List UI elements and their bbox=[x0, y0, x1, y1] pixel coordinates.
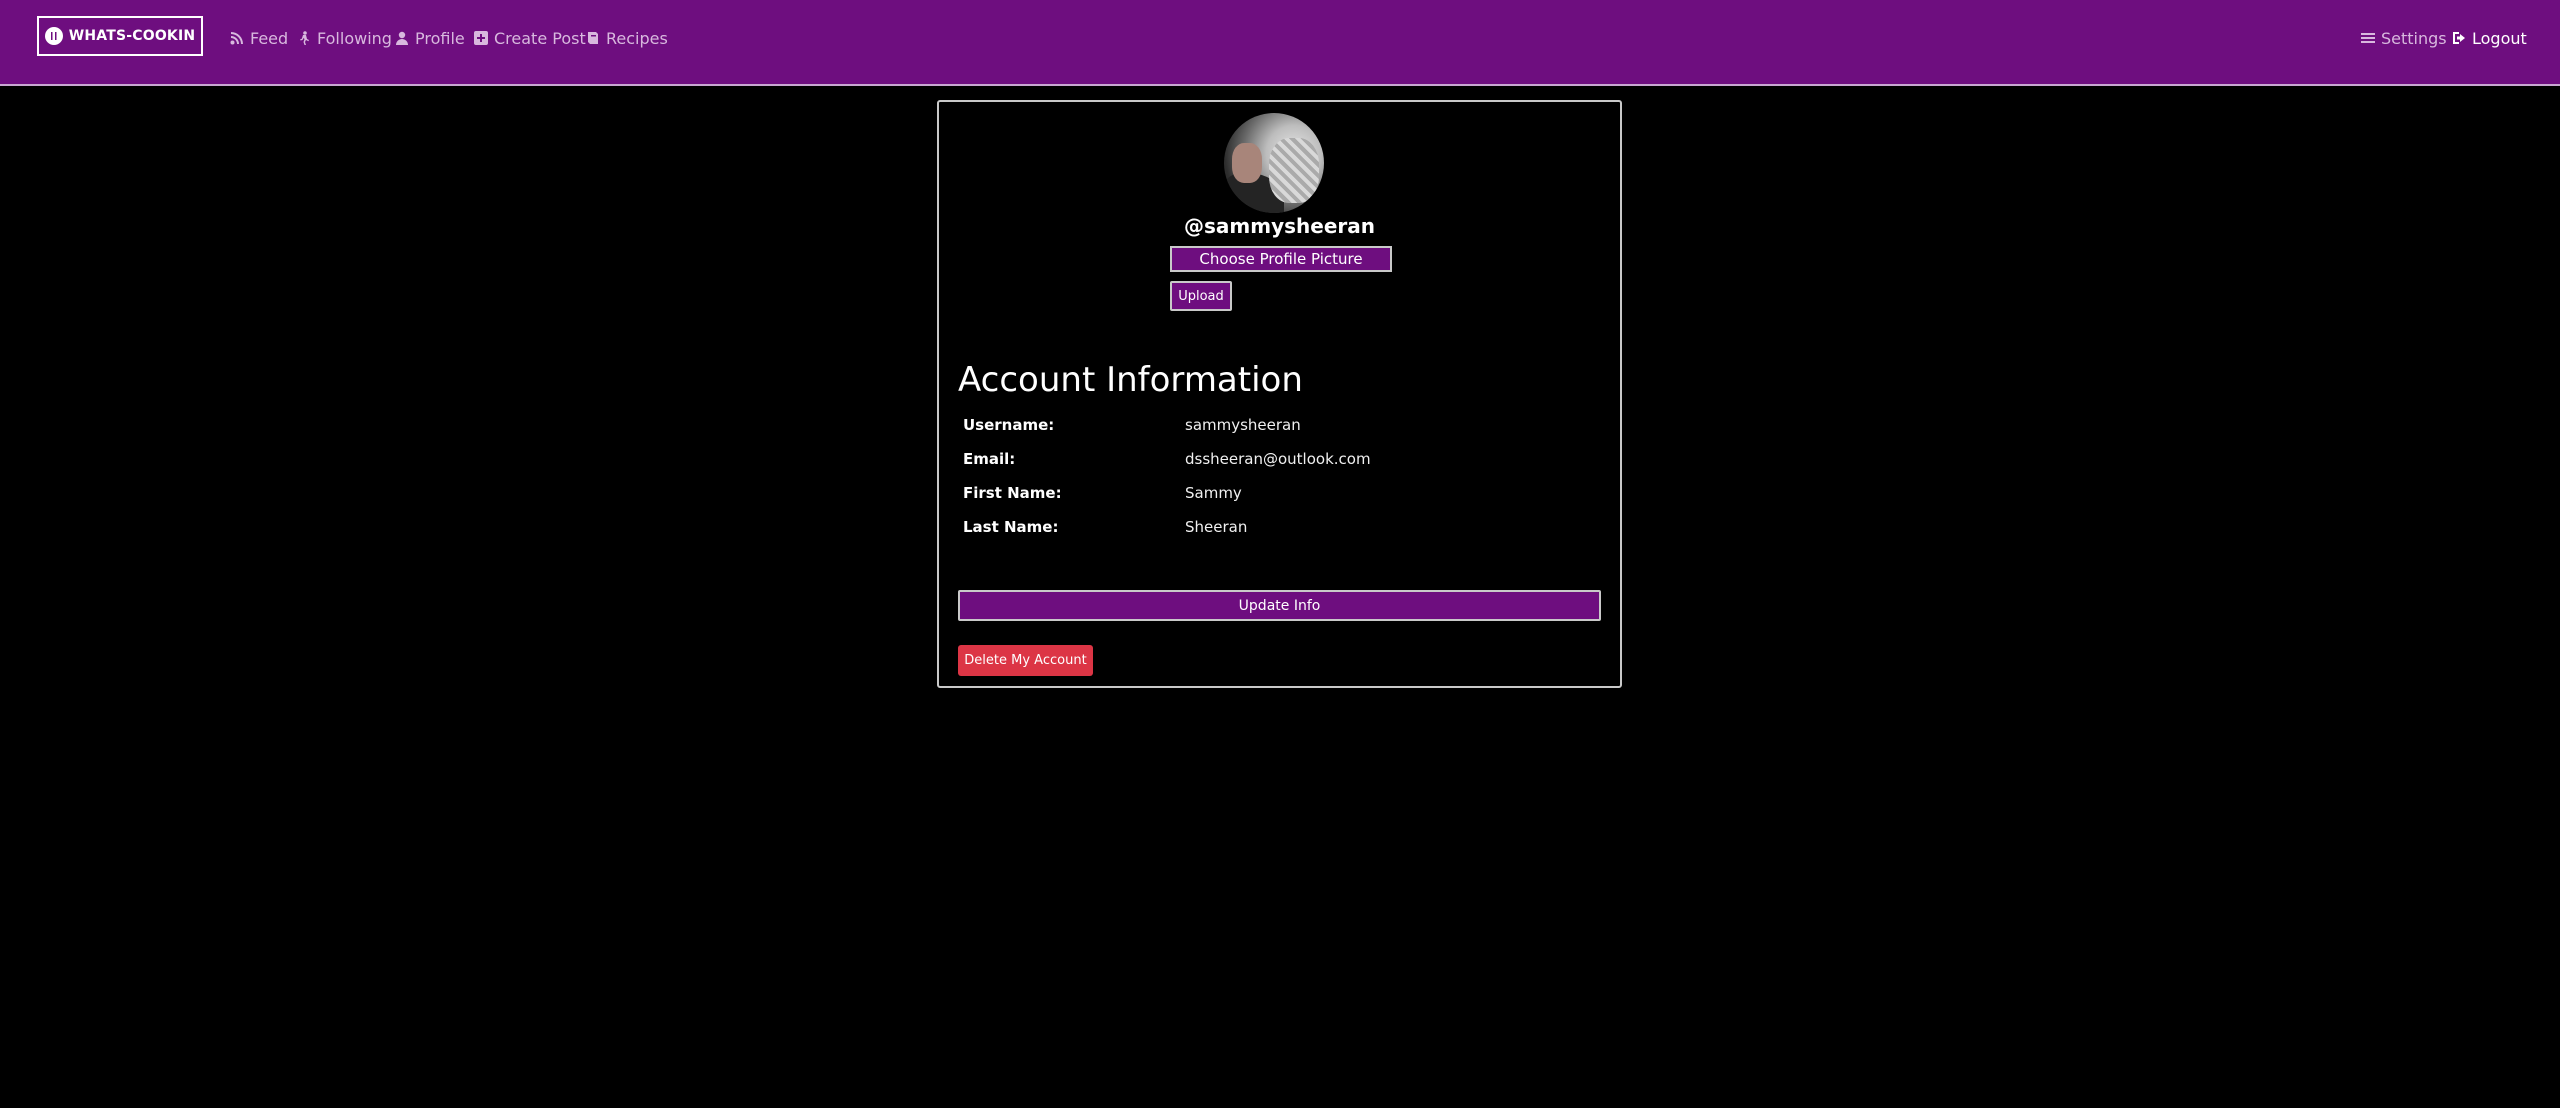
choose-profile-picture-button[interactable]: Choose Profile Picture bbox=[1170, 246, 1392, 272]
walking-icon bbox=[300, 31, 309, 45]
avatar bbox=[1224, 113, 1324, 213]
utensils-icon bbox=[44, 27, 63, 45]
email-value: dssheeran@outlook.com bbox=[1185, 450, 1371, 468]
email-label: Email: bbox=[963, 450, 1016, 468]
brand-name: WHATS-COOKIN bbox=[68, 28, 196, 44]
profile-handle: @sammysheeran bbox=[1184, 214, 1375, 238]
last-name-value: Sheeran bbox=[1185, 518, 1248, 536]
nav-following[interactable]: Following bbox=[297, 28, 392, 48]
nav-settings[interactable]: Settings bbox=[2361, 28, 2447, 48]
nav-recipes[interactable]: Recipes bbox=[586, 28, 668, 48]
nav-following-label: Following bbox=[317, 28, 392, 48]
bars-icon bbox=[2361, 33, 2375, 43]
sign-out-icon bbox=[2453, 32, 2465, 44]
nav-settings-label: Settings bbox=[2381, 28, 2447, 48]
delete-account-button[interactable]: Delete My Account bbox=[958, 645, 1093, 676]
nav-profile[interactable]: Profile bbox=[395, 28, 465, 48]
nav-profile-label: Profile bbox=[415, 28, 465, 48]
first-name-label: First Name: bbox=[963, 484, 1062, 502]
account-info-table: Username: sammysheeran Email: dssheeran@… bbox=[963, 408, 1583, 544]
info-row-email: Email: dssheeran@outlook.com bbox=[963, 442, 1583, 476]
top-navbar: WHATS-COOKIN Feed Following Profile Crea… bbox=[0, 0, 2560, 86]
plus-square-icon bbox=[474, 31, 488, 45]
user-icon bbox=[396, 31, 408, 45]
book-icon bbox=[588, 32, 598, 44]
brand-logo[interactable]: WHATS-COOKIN bbox=[37, 16, 203, 56]
username-value: sammysheeran bbox=[1185, 416, 1301, 434]
account-information-heading: Account Information bbox=[958, 360, 1303, 400]
nav-logout-label: Logout bbox=[2472, 28, 2527, 48]
nav-create-post[interactable]: Create Post bbox=[474, 28, 586, 48]
rss-icon bbox=[230, 32, 243, 45]
nav-logout[interactable]: Logout bbox=[2452, 28, 2527, 48]
info-row-first-name: First Name: Sammy bbox=[963, 476, 1583, 510]
update-info-button[interactable]: Update Info bbox=[958, 590, 1601, 621]
upload-button[interactable]: Upload bbox=[1170, 281, 1232, 311]
info-row-last-name: Last Name: Sheeran bbox=[963, 510, 1583, 544]
account-card: @sammysheeran Choose Profile Picture Upl… bbox=[937, 100, 1622, 688]
nav-recipes-label: Recipes bbox=[606, 28, 668, 48]
nav-feed[interactable]: Feed bbox=[230, 28, 288, 48]
first-name-value: Sammy bbox=[1185, 484, 1242, 502]
username-label: Username: bbox=[963, 416, 1055, 434]
nav-create-post-label: Create Post bbox=[494, 28, 586, 48]
nav-feed-label: Feed bbox=[250, 28, 289, 48]
info-row-username: Username: sammysheeran bbox=[963, 408, 1583, 442]
last-name-label: Last Name: bbox=[963, 518, 1059, 536]
